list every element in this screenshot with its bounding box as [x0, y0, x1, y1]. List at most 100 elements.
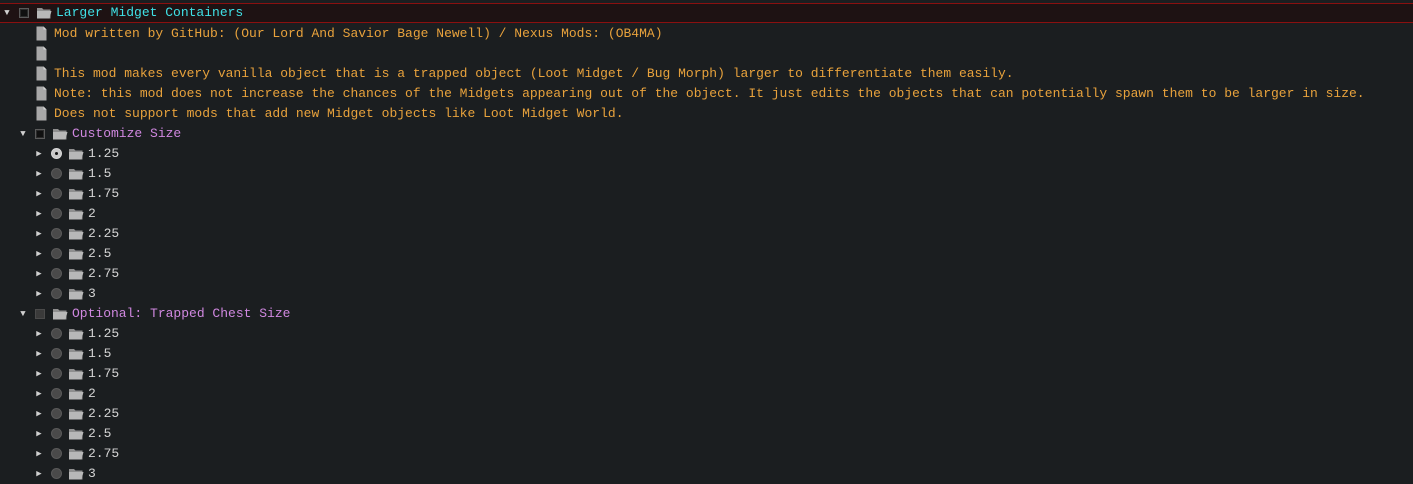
mod-options-tree: ▼ Larger Midget Containers Mod written b… [0, 3, 1413, 484]
option-row[interactable]: ▶ 3 [0, 284, 1413, 304]
file-icon [36, 106, 47, 121]
group-title: Customize Size [72, 126, 182, 141]
triangle-right-icon[interactable]: ▶ [34, 229, 44, 239]
folder-open-icon [68, 467, 84, 481]
option-label: 2.75 [88, 446, 120, 461]
option-radio[interactable] [51, 208, 62, 219]
option-radio[interactable] [51, 368, 62, 379]
option-label: 2 [88, 206, 96, 221]
option-groups: ▼ Customize Size ▶ 1.25 ▶ 1.5 ▶ 1.75 ▶ 2 ▶ 2.25 ▶ 2.5… [0, 124, 1413, 484]
option-row[interactable]: ▶ 1.5 [0, 164, 1413, 184]
option-radio[interactable] [51, 448, 62, 459]
triangle-right-icon[interactable]: ▶ [34, 389, 44, 399]
option-label: 1.5 [88, 346, 112, 361]
info-line-row: Does not support mods that add new Midge… [0, 104, 1413, 124]
triangle-right-icon[interactable]: ▶ [34, 249, 44, 259]
option-label: 2.25 [88, 226, 120, 241]
triangle-right-icon[interactable]: ▶ [34, 289, 44, 299]
option-label: 3 [88, 466, 96, 481]
option-radio[interactable] [51, 268, 62, 279]
group-title: Optional: Trapped Chest Size [72, 306, 291, 321]
triangle-right-icon[interactable]: ▶ [34, 469, 44, 479]
group-row[interactable]: ▼ Customize Size [0, 124, 1413, 144]
option-row[interactable]: ▶ 1.5 [0, 344, 1413, 364]
root-title: Larger Midget Containers [56, 5, 244, 20]
option-label: 2.5 [88, 426, 112, 441]
triangle-right-icon[interactable]: ▶ [34, 149, 44, 159]
option-row[interactable]: ▶ 1.25 [0, 324, 1413, 344]
triangle-right-icon[interactable]: ▶ [34, 189, 44, 199]
folder-open-icon [68, 347, 84, 361]
option-radio[interactable] [51, 148, 62, 159]
group-checkbox[interactable] [35, 309, 45, 319]
folder-open-icon [68, 407, 84, 421]
option-label: 1.75 [88, 366, 120, 381]
triangle-right-icon[interactable]: ▶ [34, 349, 44, 359]
option-radio[interactable] [51, 328, 62, 339]
folder-open-icon [68, 267, 84, 281]
option-radio[interactable] [51, 248, 62, 259]
option-row[interactable]: ▶ 1.25 [0, 144, 1413, 164]
group-checkbox[interactable] [35, 129, 45, 139]
info-line-text: This mod makes every vanilla object that… [54, 66, 1014, 81]
info-line-row: Note: this mod does not increase the cha… [0, 84, 1413, 104]
option-label: 1.75 [88, 186, 120, 201]
option-row[interactable]: ▶ 1.75 [0, 184, 1413, 204]
option-radio[interactable] [51, 188, 62, 199]
folder-open-icon [36, 6, 52, 20]
option-label: 3 [88, 286, 96, 301]
option-label: 2.25 [88, 406, 120, 421]
option-label: 2.5 [88, 246, 112, 261]
info-line-text: Note: this mod does not increase the cha… [54, 86, 1365, 101]
option-label: 1.25 [88, 326, 120, 341]
file-icon [36, 26, 47, 41]
option-radio[interactable] [51, 428, 62, 439]
group-row[interactable]: ▼ Optional: Trapped Chest Size [0, 304, 1413, 324]
triangle-right-icon[interactable]: ▶ [34, 269, 44, 279]
folder-open-icon [68, 207, 84, 221]
root-checkbox[interactable] [19, 8, 29, 18]
triangle-right-icon[interactable]: ▶ [34, 329, 44, 339]
triangle-right-icon[interactable]: ▶ [34, 169, 44, 179]
triangle-right-icon[interactable]: ▶ [34, 449, 44, 459]
triangle-down-icon[interactable]: ▼ [18, 129, 28, 139]
option-radio[interactable] [51, 348, 62, 359]
info-line-row [0, 44, 1413, 64]
option-row[interactable]: ▶ 2.25 [0, 224, 1413, 244]
tree-root-row[interactable]: ▼ Larger Midget Containers [0, 3, 1413, 23]
folder-open-icon [68, 147, 84, 161]
folder-open-icon [52, 127, 68, 141]
option-row[interactable]: ▶ 2.75 [0, 264, 1413, 284]
option-label: 2.75 [88, 266, 120, 281]
option-row[interactable]: ▶ 2.75 [0, 444, 1413, 464]
option-row[interactable]: ▶ 2 [0, 204, 1413, 224]
triangle-down-icon[interactable]: ▼ [2, 8, 12, 18]
folder-open-icon [68, 327, 84, 341]
option-radio[interactable] [51, 168, 62, 179]
option-row[interactable]: ▶ 2.25 [0, 404, 1413, 424]
triangle-right-icon[interactable]: ▶ [34, 209, 44, 219]
option-row[interactable]: ▶ 2 [0, 384, 1413, 404]
info-line-text: Mod written by GitHub: (Our Lord And Sav… [54, 26, 663, 41]
triangle-down-icon[interactable]: ▼ [18, 309, 28, 319]
triangle-right-icon[interactable]: ▶ [34, 369, 44, 379]
option-radio[interactable] [51, 228, 62, 239]
option-radio[interactable] [51, 468, 62, 479]
option-label: 1.25 [88, 146, 120, 161]
folder-open-icon [68, 287, 84, 301]
option-radio[interactable] [51, 388, 62, 399]
info-lines: Mod written by GitHub: (Our Lord And Sav… [0, 24, 1413, 124]
folder-open-icon [68, 447, 84, 461]
option-radio[interactable] [51, 288, 62, 299]
file-icon [36, 66, 47, 81]
folder-open-icon [52, 307, 68, 321]
option-row[interactable]: ▶ 2.5 [0, 424, 1413, 444]
triangle-right-icon[interactable]: ▶ [34, 429, 44, 439]
option-row[interactable]: ▶ 1.75 [0, 364, 1413, 384]
option-row[interactable]: ▶ 2.5 [0, 244, 1413, 264]
option-row[interactable]: ▶ 3 [0, 464, 1413, 484]
info-line-row: Mod written by GitHub: (Our Lord And Sav… [0, 24, 1413, 44]
triangle-right-icon[interactable]: ▶ [34, 409, 44, 419]
option-radio[interactable] [51, 408, 62, 419]
folder-open-icon [68, 387, 84, 401]
